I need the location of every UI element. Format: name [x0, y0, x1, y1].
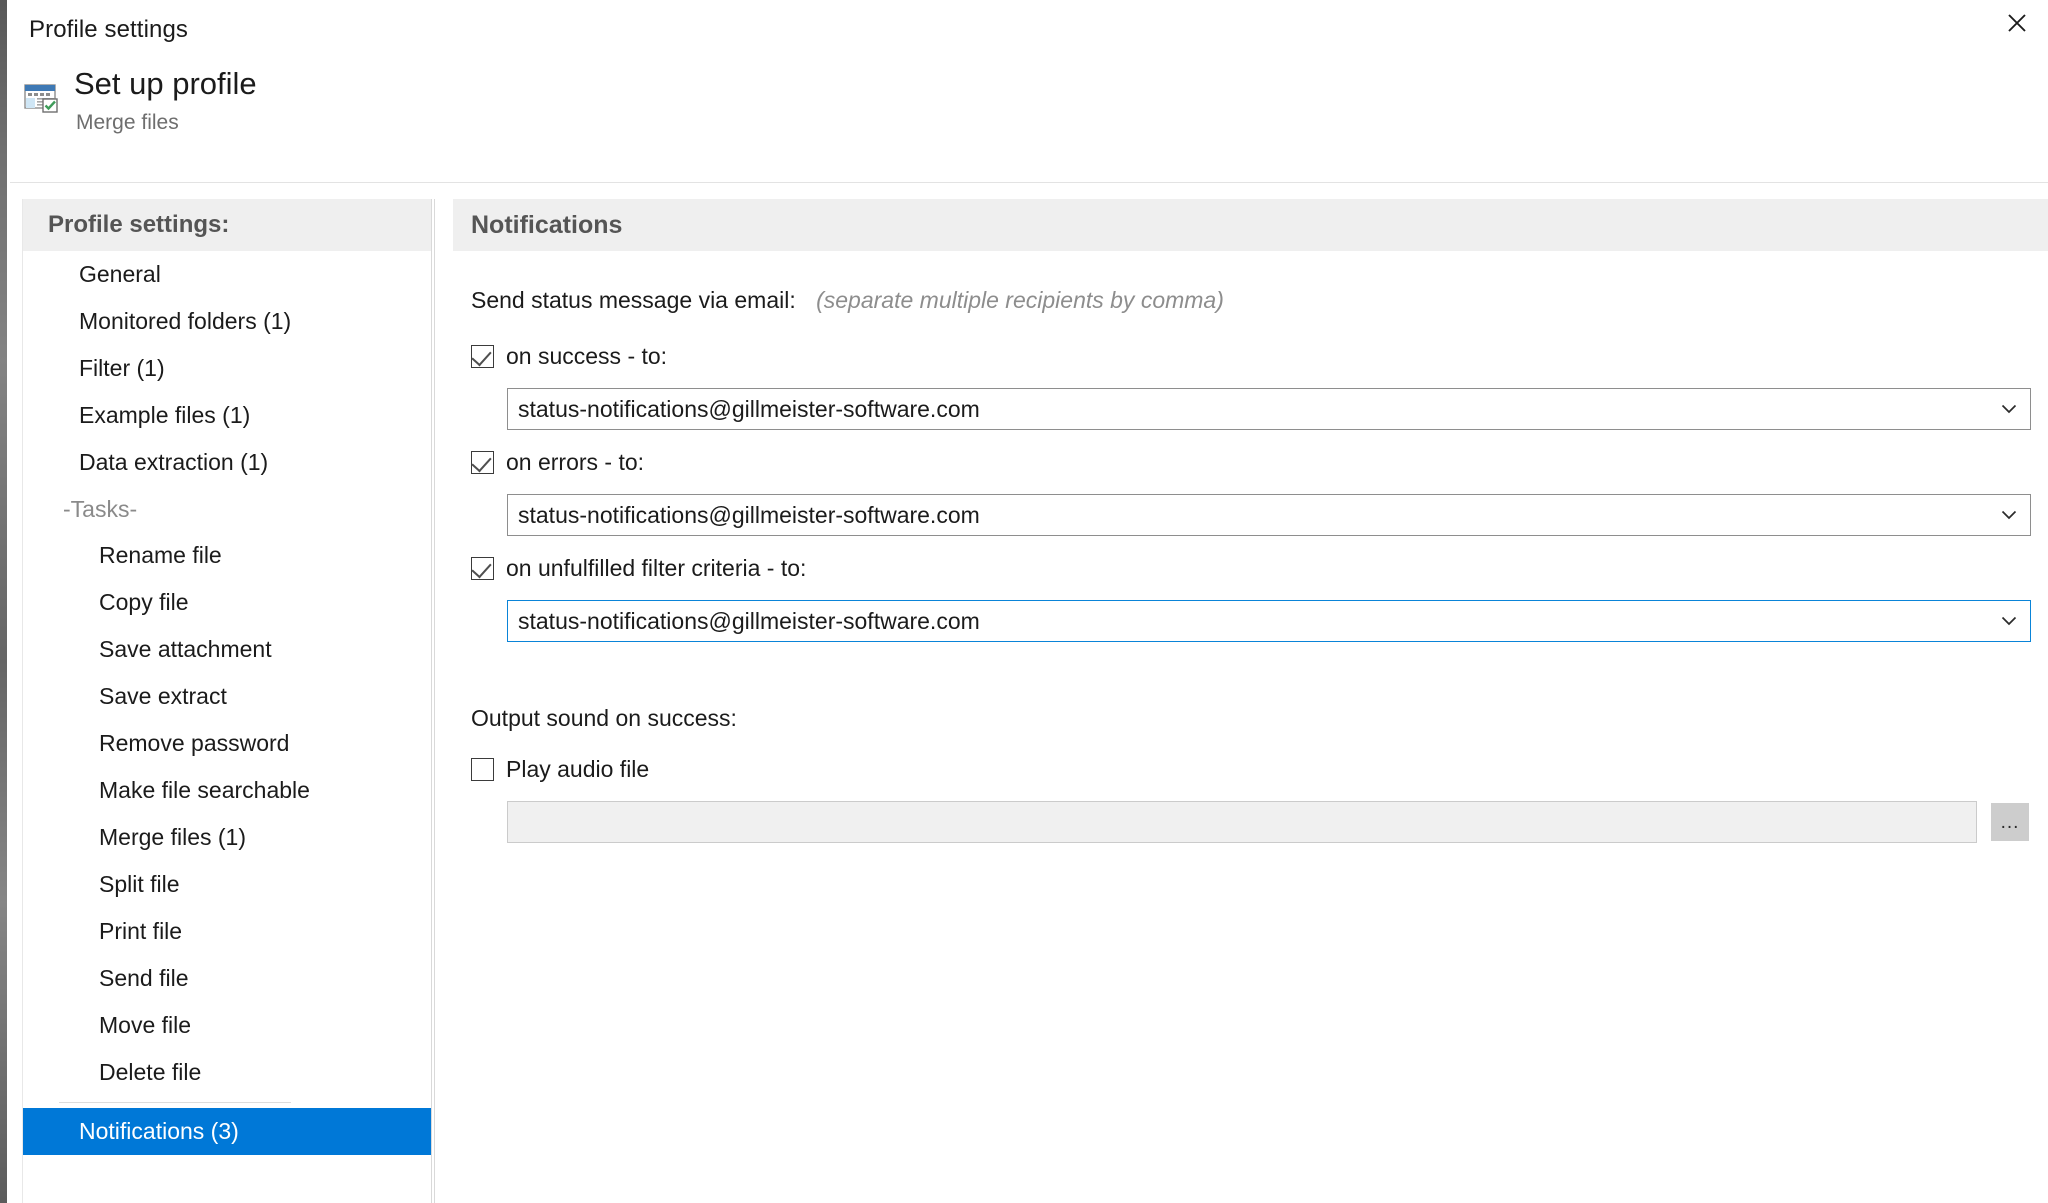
sidebar-group-tasks: -Tasks-	[23, 486, 431, 532]
main-panel: Notifications Send status message via em…	[434, 199, 2048, 1203]
sidebar-item-save-attachment[interactable]: Save attachment	[23, 626, 431, 673]
sound-section-label: Output sound on success:	[471, 705, 737, 731]
sidebar-heading: Profile settings:	[23, 199, 431, 251]
chevron-down-icon[interactable]	[1988, 510, 2030, 520]
sidebar-heading-label: Profile settings:	[48, 211, 230, 238]
email-section-label: Send status message via email: (separate…	[471, 287, 1224, 314]
dialog-header: Set up profile Merge files	[10, 62, 2048, 172]
on-errors-label: on errors - to:	[506, 449, 645, 475]
sidebar-item-label: Copy file	[99, 589, 189, 615]
profile-window-icon	[24, 79, 58, 113]
on-success-email-value: status-notifications@gillmeister-softwar…	[518, 395, 980, 422]
play-audio-file-checkbox-row[interactable]: Play audio file	[471, 756, 649, 783]
sidebar-item-make-file-searchable[interactable]: Make file searchable	[23, 767, 431, 814]
on-unfulfilled-filter-email-value: status-notifications@gillmeister-softwar…	[518, 607, 980, 634]
sidebar-item-label: Print file	[99, 918, 183, 944]
sidebar-item-label: General	[79, 261, 161, 287]
page-subtitle: Merge files	[76, 111, 179, 134]
sidebar-item-label: Example files (1)	[79, 402, 251, 428]
audio-file-path-input[interactable]	[507, 801, 1977, 843]
audio-file-browse-button[interactable]: ...	[1991, 803, 2029, 841]
on-unfulfilled-filter-checkbox[interactable]	[471, 557, 494, 580]
on-unfulfilled-filter-checkbox-row[interactable]: on unfulfilled filter criteria - to:	[471, 555, 806, 582]
sidebar-item-label: Data extraction (1)	[79, 449, 269, 475]
sidebar-item-merge-files[interactable]: Merge files (1)	[23, 814, 431, 861]
chevron-down-icon[interactable]	[1988, 616, 2030, 626]
sidebar-item-label: Save attachment	[99, 636, 272, 662]
on-errors-email-value: status-notifications@gillmeister-softwar…	[518, 501, 980, 528]
email-section-label-text: Send status message via email:	[471, 287, 796, 313]
play-audio-file-checkbox[interactable]	[471, 758, 494, 781]
close-icon	[2008, 14, 2026, 32]
browse-button-label: ...	[2000, 811, 2020, 833]
sidebar-item-split-file[interactable]: Split file	[23, 861, 431, 908]
sidebar-item-label: Remove password	[99, 730, 290, 756]
sidebar-item-label: Make file searchable	[99, 777, 310, 803]
on-success-email-combobox[interactable]: status-notifications@gillmeister-softwar…	[507, 388, 2031, 430]
sidebar-item-monitored-folders[interactable]: Monitored folders (1)	[23, 298, 431, 345]
sidebar-item-label: Send file	[99, 965, 189, 991]
sidebar-item-data-extraction[interactable]: Data extraction (1)	[23, 439, 431, 486]
sidebar-item-label: Split file	[99, 871, 180, 897]
sidebar-item-label: Save extract	[99, 683, 227, 709]
sidebar-item-label: Move file	[99, 1012, 192, 1038]
sidebar-divider	[59, 1102, 291, 1103]
main-heading-label: Notifications	[471, 210, 623, 239]
sidebar-item-send-file[interactable]: Send file	[23, 955, 431, 1002]
window-edge-strip	[0, 0, 7, 1203]
on-success-checkbox-row[interactable]: on success - to:	[471, 343, 667, 370]
sidebar-nav: General Monitored folders (1) Filter (1) Ex…	[23, 251, 431, 1155]
window-title: Profile settings	[29, 16, 189, 43]
window-edge-gap	[7, 0, 10, 1203]
on-unfulfilled-filter-label: on unfulfilled filter criteria - to:	[506, 555, 807, 581]
on-success-label: on success - to:	[506, 343, 668, 369]
sidebar-item-label: Notifications (3)	[79, 1118, 239, 1144]
on-errors-checkbox-row[interactable]: on errors - to:	[471, 449, 644, 476]
sidebar-item-copy-file[interactable]: Copy file	[23, 579, 431, 626]
sidebar-item-print-file[interactable]: Print file	[23, 908, 431, 955]
sidebar-item-label: Delete file	[99, 1059, 202, 1085]
page-title: Set up profile	[74, 66, 257, 101]
sidebar-item-label: Rename file	[99, 542, 222, 568]
sidebar-item-filter[interactable]: Filter (1)	[23, 345, 431, 392]
title-bar: Profile settings	[10, 0, 2048, 62]
chevron-down-icon[interactable]	[1988, 404, 2030, 414]
sidebar-item-label: Monitored folders (1)	[79, 308, 292, 334]
header-divider	[10, 182, 2048, 183]
sidebar-item-label: -Tasks-	[63, 495, 138, 522]
sidebar-item-save-extract[interactable]: Save extract	[23, 673, 431, 720]
on-success-checkbox[interactable]	[471, 345, 494, 368]
sidebar-item-label: Filter (1)	[79, 355, 165, 381]
close-button[interactable]	[1986, 0, 2048, 46]
on-errors-email-combobox[interactable]: status-notifications@gillmeister-softwar…	[507, 494, 2031, 536]
sidebar: Profile settings: General Monitored folde…	[22, 199, 432, 1203]
play-audio-file-label: Play audio file	[506, 756, 650, 782]
sidebar-item-remove-password[interactable]: Remove password	[23, 720, 431, 767]
sidebar-item-general[interactable]: General	[23, 251, 431, 298]
sidebar-item-rename-file[interactable]: Rename file	[23, 532, 431, 579]
sidebar-item-notifications[interactable]: Notifications (3)	[23, 1108, 431, 1155]
sidebar-item-delete-file[interactable]: Delete file	[23, 1049, 431, 1096]
on-errors-checkbox[interactable]	[471, 451, 494, 474]
on-unfulfilled-filter-email-combobox[interactable]: status-notifications@gillmeister-softwar…	[507, 600, 2031, 642]
profile-settings-dialog: Profile settings Set up profile Merge fi…	[0, 0, 2048, 1203]
sidebar-item-move-file[interactable]: Move file	[23, 1002, 431, 1049]
main-heading: Notifications	[453, 199, 2048, 251]
sidebar-item-label: Merge files (1)	[99, 824, 246, 850]
email-section-hint: (separate multiple recipients by comma)	[816, 287, 1224, 313]
sidebar-item-example-files[interactable]: Example files (1)	[23, 392, 431, 439]
